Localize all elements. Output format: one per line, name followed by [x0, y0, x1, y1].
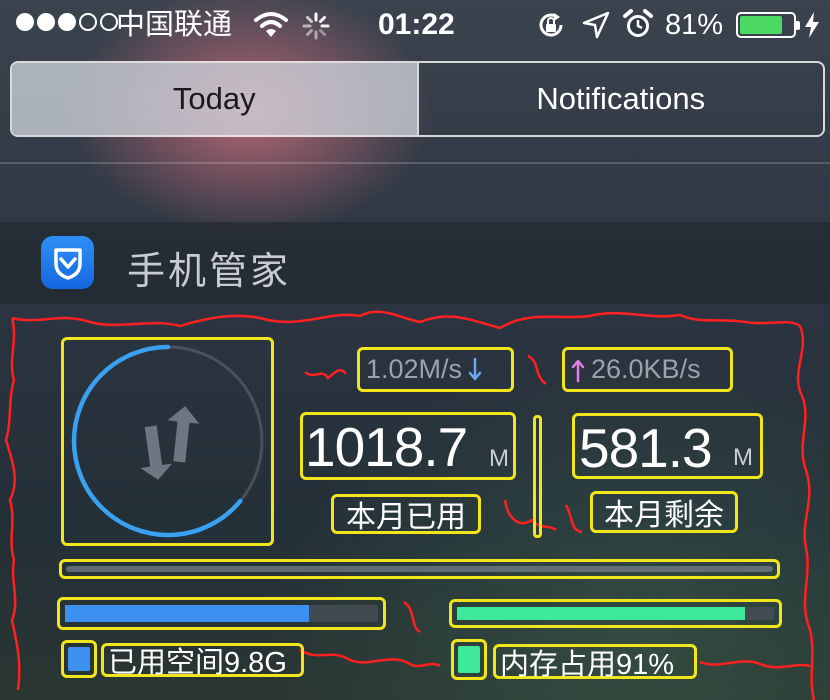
- download-speed: 1.02M/s: [357, 347, 514, 392]
- transfer-arrows-icon: [140, 406, 200, 480]
- download-speed-value: 1.02M/s: [366, 354, 463, 384]
- widget-divider-bar: [59, 559, 780, 579]
- signal-strength-indicator: [16, 13, 118, 31]
- download-arrow-icon: [468, 357, 482, 380]
- carrier-name: 中国联通: [116, 9, 233, 41]
- tab-notifications[interactable]: Notifications: [416, 63, 824, 135]
- signal-dot: [58, 13, 76, 31]
- signal-dot: [37, 13, 55, 31]
- shield-check-icon: [41, 236, 94, 289]
- battery-fill: [740, 16, 783, 34]
- upload-speed-value: 26.0KB/s: [591, 354, 701, 384]
- battery-percentage: 81%: [665, 9, 724, 41]
- upload-speed: 26.0KB/s: [562, 347, 733, 392]
- location-arrow-icon: [582, 11, 610, 39]
- activity-spinner-icon: [302, 12, 330, 40]
- monthly-remaining-amount: 581.3 M: [572, 413, 763, 479]
- alarm-clock-icon: [623, 9, 653, 37]
- remaining-amount-unit: M: [733, 444, 753, 471]
- status-bar: 中国联通 01:22 81%: [0, 0, 830, 50]
- memory-used-label: 内存占用91%: [493, 644, 697, 681]
- storage-bar-track: [65, 605, 378, 622]
- storage-legend-swatch: [61, 640, 97, 678]
- memory-bar-fill: [457, 607, 746, 620]
- battery-nub: [796, 21, 800, 30]
- charging-bolt-icon: [805, 12, 819, 38]
- upload-arrow-icon: [571, 359, 585, 382]
- separator-bar: [533, 415, 542, 538]
- today-notifications-segmented-control: Today Notifications: [10, 61, 825, 137]
- widget-header[interactable]: 手机管家: [0, 222, 830, 304]
- tab-today[interactable]: Today: [12, 63, 417, 135]
- signal-dot: [79, 13, 97, 31]
- remaining-amount-value: 581.3: [579, 417, 713, 479]
- storage-usage-bar: [57, 597, 386, 630]
- monthly-remaining-label: 本月剩余: [590, 491, 738, 533]
- monthly-used-amount: 1018.7 M: [300, 412, 516, 480]
- status-time: 01:22: [378, 8, 455, 41]
- memory-usage-bar: [449, 599, 782, 628]
- monthly-used-label: 本月已用: [331, 494, 481, 534]
- used-amount-value: 1018.7: [305, 416, 468, 478]
- data-usage-ring[interactable]: [61, 337, 274, 546]
- storage-bar-fill: [65, 605, 310, 622]
- divider: [0, 162, 830, 164]
- data-ring-graphic: [71, 344, 265, 538]
- rotation-lock-icon: [539, 13, 563, 37]
- widget-app-title: 手机管家: [127, 251, 292, 293]
- memory-legend-swatch: [451, 639, 487, 680]
- divider-track: [66, 566, 773, 572]
- memory-swatch-color: [458, 646, 480, 673]
- battery-icon: [736, 12, 800, 38]
- storage-swatch-color: [68, 647, 90, 671]
- storage-used-label: 已用空间9.8G: [101, 643, 304, 679]
- used-amount-unit: M: [489, 445, 509, 472]
- signal-dot: [16, 13, 34, 31]
- memory-bar-track: [457, 607, 774, 620]
- wifi-icon: [254, 12, 288, 37]
